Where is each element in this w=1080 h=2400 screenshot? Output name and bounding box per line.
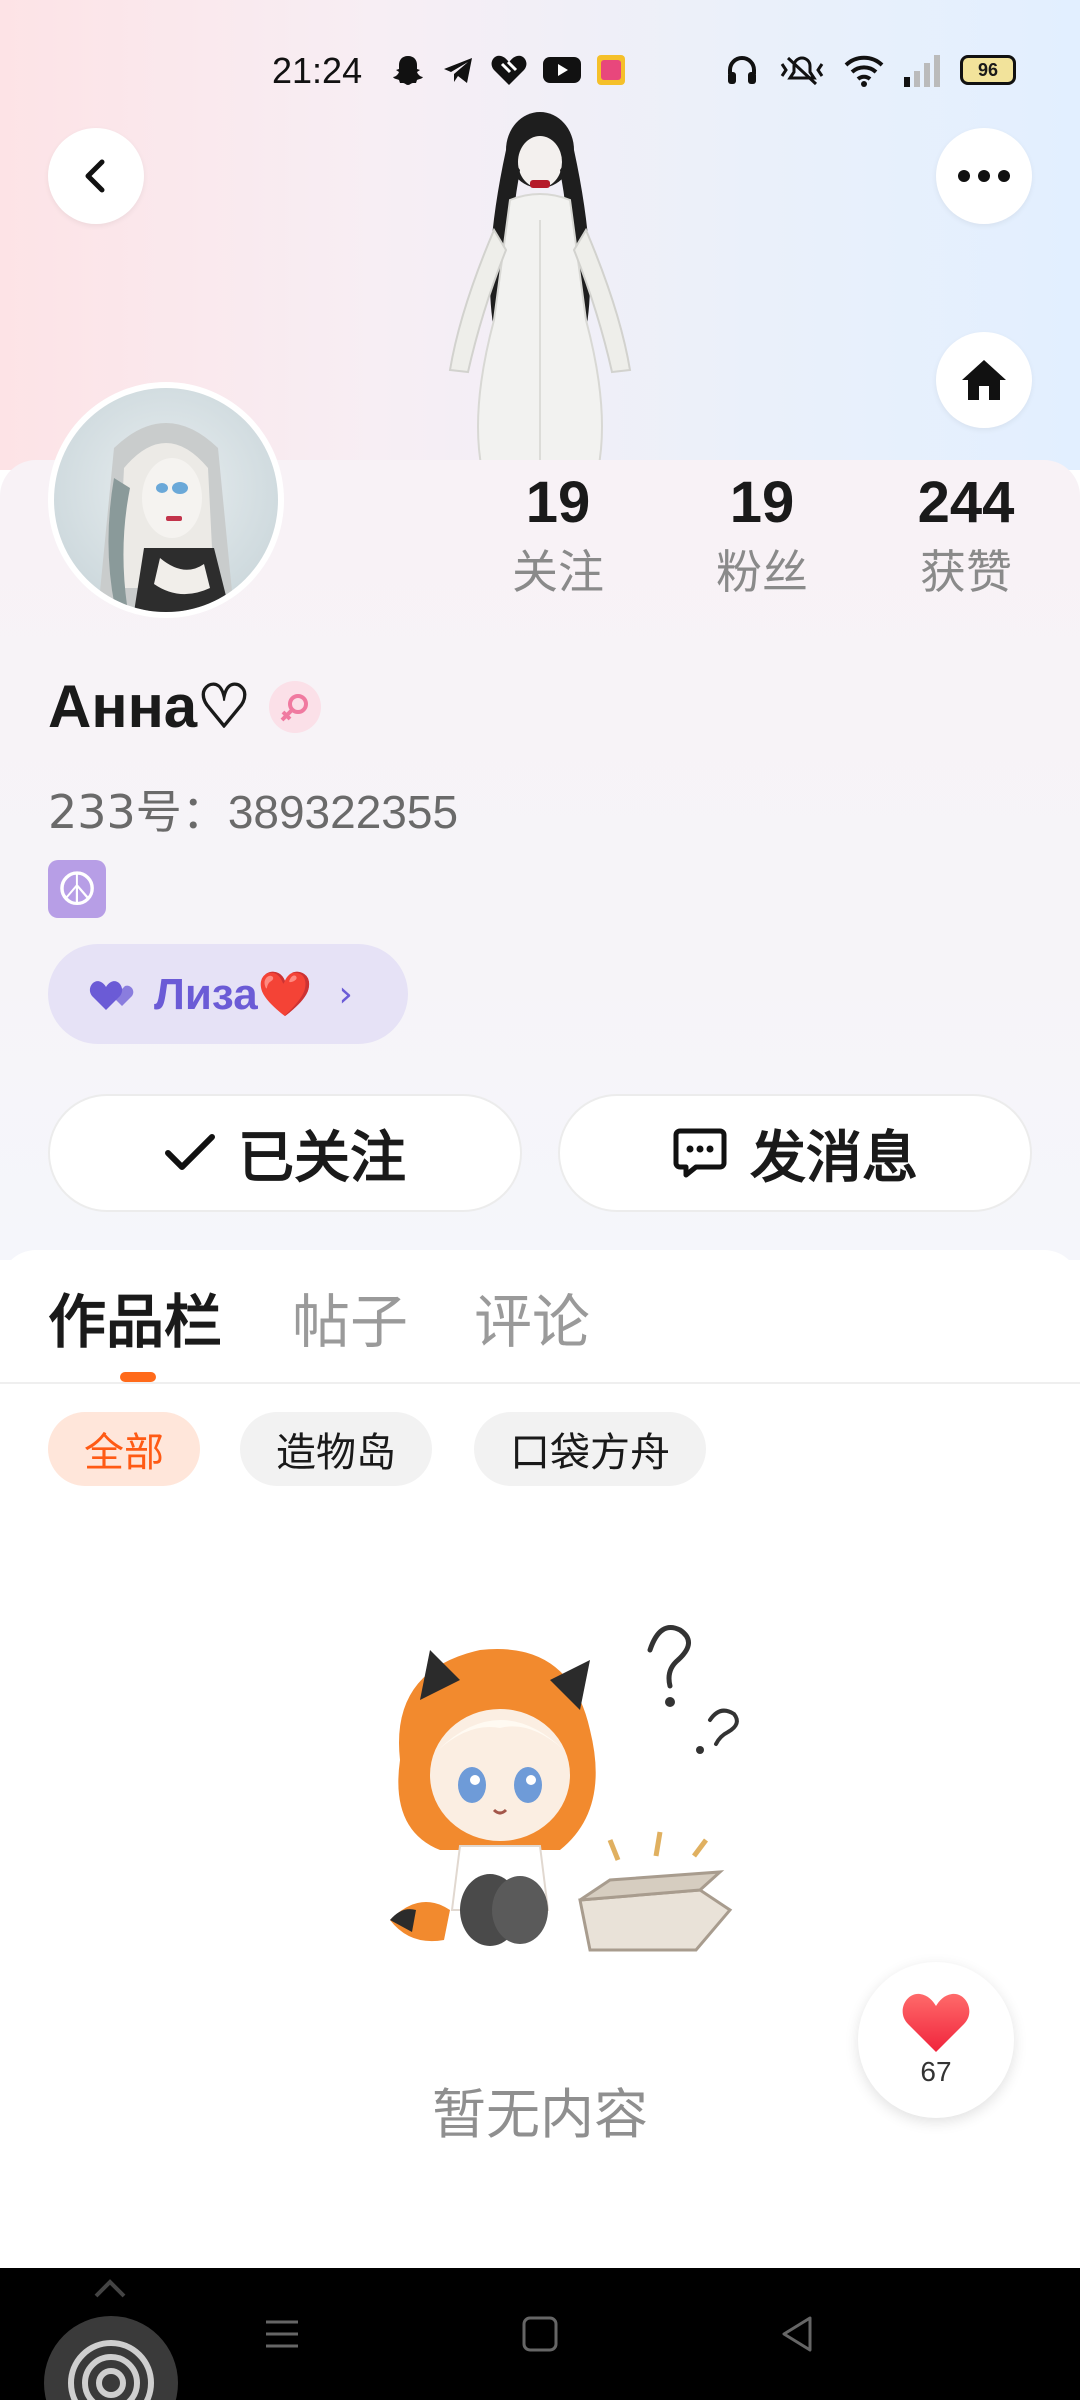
tab-works[interactable]: 作品栏 <box>48 1286 222 1358</box>
name-row: Анна♡ <box>48 672 321 742</box>
stat-likes-count: 244 <box>917 470 1015 535</box>
menu-icon[interactable] <box>262 2314 302 2354</box>
user-id-number: 389322355 <box>227 786 459 838</box>
heart-icon <box>902 1993 970 2052</box>
tab-posts[interactable]: 帖子 <box>292 1286 408 1358</box>
telegram-icon <box>444 58 472 83</box>
chat-bubble-icon <box>673 1128 727 1178</box>
check-icon <box>165 1134 215 1170</box>
signal-icon <box>904 55 940 87</box>
tab-indicator <box>120 1372 156 1382</box>
home-icon <box>962 360 1006 400</box>
follow-button[interactable]: 已关注 <box>48 1094 522 1212</box>
avatar-image <box>98 423 234 612</box>
app-icon <box>597 55 625 85</box>
battery-indicator: 96 <box>960 55 1016 85</box>
stat-followers-label: 粉丝 <box>716 545 808 599</box>
hearts-icon <box>89 981 134 1010</box>
filter-pocket-ark[interactable]: 口袋方舟 <box>474 1412 706 1486</box>
home-button[interactable] <box>936 332 1032 428</box>
chevron-right-icon: › <box>338 973 353 1015</box>
female-icon <box>268 681 321 733</box>
stat-followers[interactable]: 19 粉丝 <box>692 468 832 602</box>
chevron-up-icon[interactable] <box>90 2276 130 2300</box>
status-app-icons <box>390 52 626 88</box>
headphones-icon <box>728 56 756 84</box>
mute-icon <box>780 56 824 86</box>
banner-character-image <box>448 112 632 470</box>
heart-app-icon <box>491 55 527 85</box>
cp-name: Лиза❤️ <box>154 970 313 1019</box>
filter-creation-island[interactable]: 造物岛 <box>240 1412 432 1486</box>
more-button[interactable] <box>936 128 1032 224</box>
peace-icon: ☮ <box>48 860 106 918</box>
message-label: 发消息 <box>750 1125 918 1191</box>
stat-following[interactable]: 19 关注 <box>488 468 628 602</box>
profile-page: 21:24 96 19 关注 19 粉丝 244 获赞 Анна♡ 233号：3… <box>0 0 1080 2400</box>
stat-following-count: 19 <box>525 470 591 535</box>
follow-label: 已关注 <box>238 1125 406 1191</box>
message-button[interactable]: 发消息 <box>558 1094 1032 1212</box>
target-icon <box>68 2340 154 2400</box>
status-bar: 21:24 96 <box>0 40 1080 104</box>
like-count: 67 <box>920 2056 952 2087</box>
status-time: 21:24 <box>272 50 363 91</box>
back-button[interactable] <box>48 128 144 224</box>
avatar[interactable] <box>48 382 284 618</box>
snapchat-icon <box>393 56 423 85</box>
chevron-left-icon <box>85 159 105 193</box>
user-id[interactable]: 233号：389322355 <box>48 776 458 842</box>
profile-name: Анна♡ <box>48 673 251 740</box>
tab-comments[interactable]: 评论 <box>474 1286 590 1358</box>
tab-divider <box>0 1382 1080 1384</box>
empty-state-illustration <box>390 1625 739 1952</box>
home-square-icon[interactable] <box>520 2314 560 2354</box>
stat-likes-label: 获赞 <box>920 545 1012 599</box>
wifi-icon <box>844 55 884 87</box>
cp-relationship-tag[interactable]: Лиза❤️ › <box>48 944 408 1044</box>
like-button[interactable]: 67 <box>858 1962 1014 2118</box>
stat-followers-count: 19 <box>729 470 795 535</box>
more-dots-icon <box>958 170 1010 182</box>
status-system-icons: 96 <box>724 52 1016 88</box>
stat-following-label: 关注 <box>512 545 604 599</box>
stat-likes[interactable]: 244 获赞 <box>896 468 1036 602</box>
youtube-icon <box>543 57 581 83</box>
user-id-label: 233号： <box>48 785 228 839</box>
back-triangle-icon[interactable] <box>778 2314 818 2354</box>
filter-all[interactable]: 全部 <box>48 1412 200 1486</box>
